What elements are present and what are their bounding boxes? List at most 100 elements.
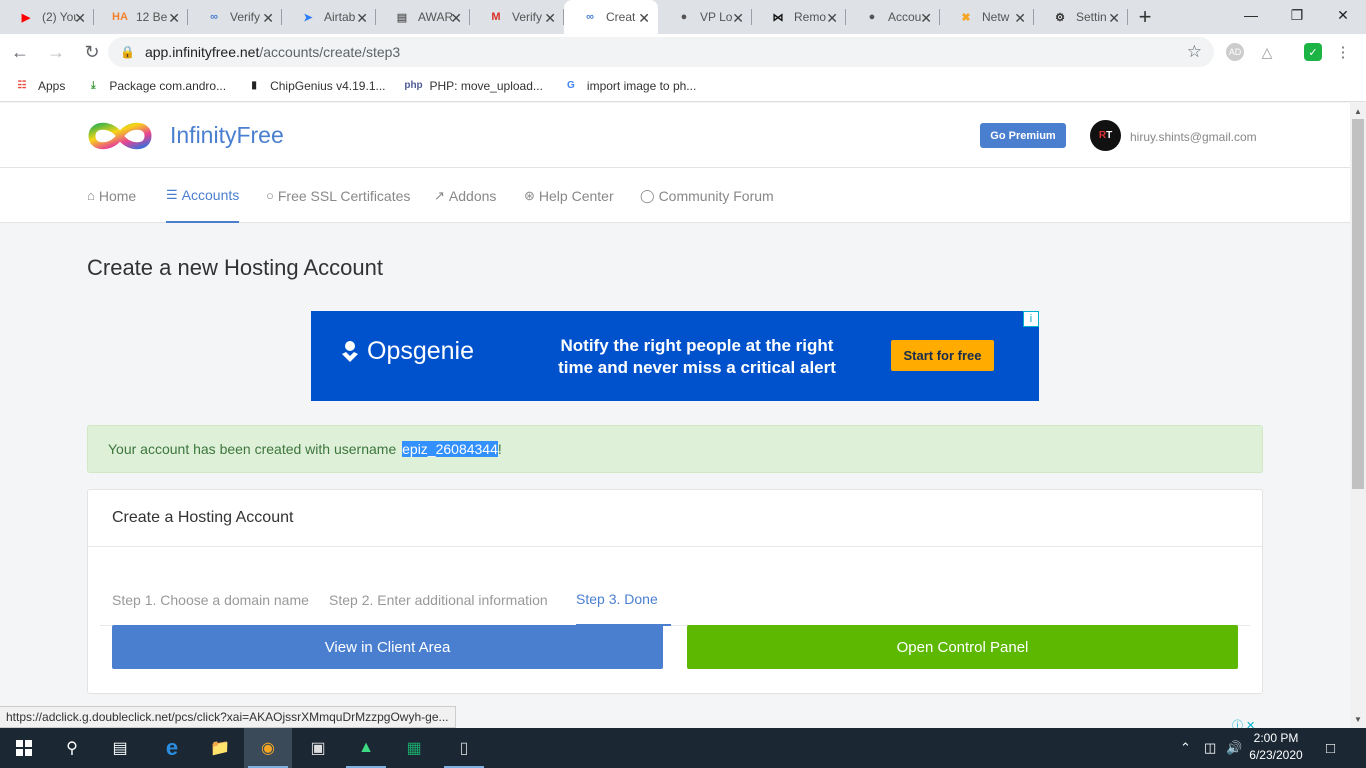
- tab-title: Settin: [1076, 10, 1107, 24]
- scroll-down-arrow-icon[interactable]: ▼: [1354, 715, 1362, 724]
- taskbar-clock[interactable]: 2:00 PM 6/23/2020: [1244, 730, 1308, 764]
- close-tab-icon[interactable]: ✕: [544, 10, 556, 27]
- edge-icon[interactable]: e: [148, 728, 196, 768]
- close-tab-icon[interactable]: ✕: [1014, 10, 1026, 27]
- card-title: Create a Hosting Account: [112, 509, 294, 526]
- chat-icon: ◯: [640, 187, 655, 203]
- ad-brand: Opsgenie: [367, 337, 475, 365]
- close-tab-icon[interactable]: ✕: [1108, 10, 1120, 27]
- adblock-extension-icon[interactable]: AD: [1226, 43, 1244, 61]
- show-hidden-icons[interactable]: ⌃: [1180, 728, 1191, 768]
- server-icon: ☰: [166, 186, 178, 202]
- scrollbar-thumb[interactable]: [1352, 119, 1364, 489]
- close-tab-icon[interactable]: ✕: [732, 10, 744, 27]
- close-tab-icon[interactable]: ✕: [920, 10, 932, 27]
- ad-info-icon[interactable]: i: [1023, 311, 1039, 327]
- browser-tab[interactable]: ▶ (2) YouTube✕: [0, 0, 94, 34]
- bookmark-item[interactable]: php PHP: move_upload...: [404, 78, 543, 94]
- globe-icon: ●: [680, 11, 688, 23]
- browser-tab[interactable]: ▤ AWAR ✕: [376, 0, 470, 34]
- close-tab-icon[interactable]: ✕: [356, 10, 368, 27]
- browser-tab[interactable]: ● VP Lo ✕: [658, 0, 752, 34]
- view-client-area-button[interactable]: View in Client Area: [112, 625, 663, 669]
- close-tab-icon[interactable]: ✕: [450, 10, 462, 27]
- ad-choices-icon[interactable]: ⓘ ✕: [1232, 717, 1255, 728]
- close-window-button[interactable]: ✕: [1320, 0, 1366, 30]
- browser-tab[interactable]: ✖ Netw ✕: [940, 0, 1034, 34]
- extension-icon[interactable]: △: [1258, 43, 1276, 61]
- reload-button[interactable]: ↻: [76, 36, 108, 68]
- site-header: InfinityFree Go Premium RT hiruy.shints@…: [0, 103, 1350, 168]
- scroll-up-arrow-icon[interactable]: ▲: [1354, 107, 1362, 116]
- nav-item-label: Accounts: [181, 186, 240, 203]
- browser-tab[interactable]: ➤ Airtab ✕: [282, 0, 376, 34]
- bookmark-item[interactable]: ☷ Apps: [14, 78, 66, 94]
- file-explorer-icon[interactable]: 📁: [196, 728, 244, 768]
- app-m-icon[interactable]: ▦: [390, 728, 438, 768]
- chrome-taskbar-icon[interactable]: ◉: [244, 728, 292, 768]
- browser-tab[interactable]: ⋈ Remo ✕: [752, 0, 846, 34]
- start-button[interactable]: [0, 728, 48, 768]
- bookmark-item[interactable]: Gimport image to ph...: [563, 78, 696, 94]
- nav-item[interactable]: ⌂ Home: [87, 168, 136, 223]
- terminal-icon[interactable]: ▯: [440, 728, 488, 768]
- new-tab-button[interactable]: +: [1128, 0, 1162, 34]
- volume-icon[interactable]: 🔊: [1226, 728, 1242, 768]
- window-controls: — ❐ ✕: [1228, 0, 1366, 30]
- success-alert: Your account has been created with usern…: [87, 425, 1263, 473]
- lifebuoy-icon: ⊛: [524, 187, 535, 203]
- globe-icon: ●: [868, 11, 876, 23]
- brand-name[interactable]: InfinityFree: [170, 122, 284, 149]
- minimize-button[interactable]: —: [1228, 0, 1274, 30]
- close-tab-icon[interactable]: ✕: [74, 10, 86, 27]
- forward-button[interactable]: →: [40, 36, 72, 68]
- notifications-icon[interactable]: □: [1326, 728, 1335, 768]
- close-tab-icon[interactable]: ✕: [168, 10, 180, 27]
- browser-tab[interactable]: ⚙ Settin ✕: [1034, 0, 1128, 34]
- ad-banner[interactable]: Opsgenie Notify the right people at the …: [311, 311, 1039, 401]
- tab-title: Remo: [794, 10, 827, 24]
- photos-app-icon[interactable]: ▣: [294, 728, 342, 768]
- ad-headline-line-1: Notify the right people at the right: [560, 336, 834, 355]
- bookmark-star-icon[interactable]: ☆: [1187, 42, 1202, 62]
- network-icon[interactable]: ◫: [1204, 728, 1216, 768]
- back-button[interactable]: ←: [4, 36, 36, 68]
- browser-tab[interactable]: ∞ Creat ✕: [564, 0, 658, 34]
- nav-item[interactable]: ☰ Accounts: [166, 168, 240, 223]
- nav-item[interactable]: ⊛ Help Center: [524, 168, 614, 223]
- close-tab-icon[interactable]: ✕: [826, 10, 838, 27]
- tab-title: Airtab: [324, 10, 356, 24]
- user-email[interactable]: hiruy.shints@gmail.com: [1130, 130, 1257, 144]
- shield-check-extension-icon[interactable]: ✓: [1304, 43, 1322, 61]
- ad-cta-button[interactable]: Start for free: [891, 340, 994, 371]
- nav-item[interactable]: ◯ Community Forum: [640, 168, 774, 223]
- maximize-button[interactable]: ❐: [1274, 0, 1320, 30]
- close-tab-icon[interactable]: ✕: [262, 10, 274, 27]
- android-studio-icon[interactable]: ▲: [342, 728, 390, 768]
- browser-tab[interactable]: M Verify ✕: [470, 0, 564, 34]
- search-icon[interactable]: ⚲: [48, 728, 96, 768]
- menu-dots-icon[interactable]: ⋮: [1334, 43, 1352, 61]
- nav-item[interactable]: ○ Free SSL Certificates: [266, 168, 410, 223]
- bookmark-item[interactable]: ⤓ Package com.andro...: [85, 78, 226, 94]
- link-status-bar: https://adclick.g.doubleclick.net/pcs/cl…: [0, 706, 456, 728]
- browser-tab[interactable]: HA 12 Be ✕: [94, 0, 188, 34]
- avatar[interactable]: RT: [1090, 120, 1121, 151]
- infinityfree-logo[interactable]: [86, 117, 154, 155]
- task-view-icon[interactable]: ▤: [96, 728, 144, 768]
- nav-item[interactable]: ↗ Addons: [434, 168, 496, 223]
- address-bar[interactable]: 🔒 app.infinityfree.net/accounts/create/s…: [108, 37, 1214, 67]
- browser-tab[interactable]: ● Accou ✕: [846, 0, 940, 34]
- step-3: Step 3. Done: [576, 574, 671, 626]
- bookmark-label: import image to ph...: [586, 78, 697, 93]
- page-scrollbar[interactable]: ▲ ▼: [1350, 103, 1366, 728]
- go-premium-button[interactable]: Go Premium: [980, 123, 1066, 148]
- gear-icon: ⚙: [1055, 11, 1065, 24]
- bookmark-item[interactable]: ▮ ChipGenius v4.19.1...: [246, 78, 385, 94]
- browser-tab[interactable]: ∞ Verify ✕: [188, 0, 282, 34]
- alert-text: Your account has been created with usern…: [108, 441, 401, 457]
- close-tab-icon[interactable]: ✕: [638, 10, 650, 27]
- infinity-icon: ∞: [586, 11, 594, 23]
- nav-item-label: Addons: [448, 187, 497, 204]
- open-control-panel-button[interactable]: Open Control Panel: [687, 625, 1238, 669]
